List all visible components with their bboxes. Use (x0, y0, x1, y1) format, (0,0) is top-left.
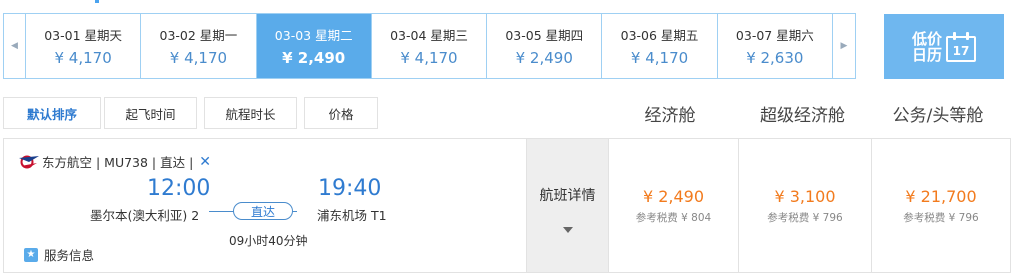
economy-price: ¥ 2,490 (642, 186, 705, 206)
date-price: ¥ 4,170 (169, 49, 228, 67)
date-cell[interactable]: 03-06 星期五 ¥ 4,170 (602, 14, 718, 78)
date-price: ¥ 2,490 (282, 49, 346, 67)
premium-price: ¥ 3,100 (774, 186, 836, 206)
date-price: ¥ 4,170 (400, 49, 458, 67)
service-info-link[interactable]: ★ 服务信息 (24, 245, 94, 264)
premium-price-cell[interactable]: ¥ 3,100 参考税费 ¥ 796 (738, 139, 871, 272)
date-label: 03-05 星期四 (505, 28, 584, 43)
date-label: 03-06 星期五 (620, 28, 699, 43)
date-price: ¥ 2,630 (746, 49, 804, 67)
date-strip: ◀ 03-01 星期天 ¥ 4,170 03-02 星期一 ¥ 4,170 03… (3, 13, 856, 79)
date-cell[interactable]: 03-01 星期天 ¥ 4,170 (26, 14, 142, 78)
flight-row: 东方航空 | MU738 | 直达 | ✕ 12:00 19:40 墨尔本(澳大… (3, 138, 1011, 273)
business-price-cell[interactable]: ¥ 21,700 参考税费 ¥ 796 (871, 139, 1010, 272)
date-label: 03-02 星期一 (159, 28, 238, 43)
economy-price-cell[interactable]: ¥ 2,490 参考税费 ¥ 804 (608, 139, 738, 272)
flight-detail-label: 航班详情 (539, 187, 596, 204)
calendar-icon: 17 (946, 31, 976, 62)
calendar-day: 17 (952, 43, 970, 58)
date-cell[interactable]: 03-05 星期四 ¥ 2,490 (487, 14, 603, 78)
economy-tax: 参考税费 ¥ 804 (635, 211, 712, 224)
date-cell[interactable]: 03-07 星期六 ¥ 2,630 (718, 14, 832, 78)
flight-detail-button[interactable]: 航班详情 (526, 139, 608, 272)
sort-departure-button[interactable]: 起飞时间 (104, 97, 197, 129)
sort-duration-button[interactable]: 航程时长 (204, 97, 297, 129)
arrive-time: 19:40 (318, 176, 382, 201)
star-icon: ★ (24, 247, 38, 262)
date-cell-selected[interactable]: 03-03 星期二 ¥ 2,490 (256, 14, 372, 78)
fork-knife-icon: ✕ (199, 153, 212, 170)
date-price: ¥ 2,490 (515, 49, 573, 67)
airline-info: 东方航空 | MU738 | 直达 | ✕ (18, 152, 211, 171)
arrive-airport: 浦东机场 T1 (317, 208, 387, 223)
date-label: 03-07 星期六 (735, 28, 814, 43)
date-cell[interactable]: 03-04 星期三 ¥ 4,170 (372, 14, 488, 78)
depart-time: 12:00 (147, 176, 211, 201)
business-price: ¥ 21,700 (905, 186, 977, 206)
depart-airport: 墨尔本(澳大利亚) 2 (90, 208, 200, 223)
service-info-label: 服务信息 (44, 248, 95, 263)
business-tax: 参考税费 ¥ 796 (903, 211, 979, 224)
cabin-business-header: 公务/头等舱 (892, 106, 984, 126)
caret-down-icon (562, 226, 573, 233)
date-label: 03-03 星期二 (274, 28, 353, 43)
airline-label: 东方航空 | MU738 | 直达 | (42, 155, 194, 170)
date-cell[interactable]: 03-02 星期一 ¥ 4,170 (141, 14, 257, 78)
premium-tax: 参考税费 ¥ 796 (767, 211, 843, 224)
low-price-calendar-button[interactable]: 低价日历 17 (884, 14, 1004, 79)
direct-badge: 直达 (233, 202, 293, 220)
sort-default-button[interactable]: 默认排序 (3, 97, 101, 129)
flight-duration: 09小时40分钟 (229, 234, 308, 248)
cabin-economy-header: 经济舱 (644, 106, 696, 126)
date-price: ¥ 4,170 (54, 49, 112, 67)
date-label: 03-04 星期三 (390, 28, 468, 43)
sort-price-button[interactable]: 价格 (304, 97, 378, 129)
low-price-calendar-label: 低价日历 (912, 29, 943, 64)
top-accent-bar (95, 0, 99, 3)
route-line: 直达 (209, 201, 297, 221)
chevron-left-icon[interactable]: ◀ (4, 14, 26, 78)
date-cells: 03-01 星期天 ¥ 4,170 03-02 星期一 ¥ 4,170 03-0… (26, 14, 832, 78)
chevron-right-icon[interactable]: ▶ (832, 14, 855, 78)
airline-logo (19, 155, 39, 168)
date-price: ¥ 4,170 (630, 49, 689, 67)
cabin-premium-header: 超级经济舱 (760, 106, 845, 126)
date-label: 03-01 星期天 (44, 28, 123, 43)
